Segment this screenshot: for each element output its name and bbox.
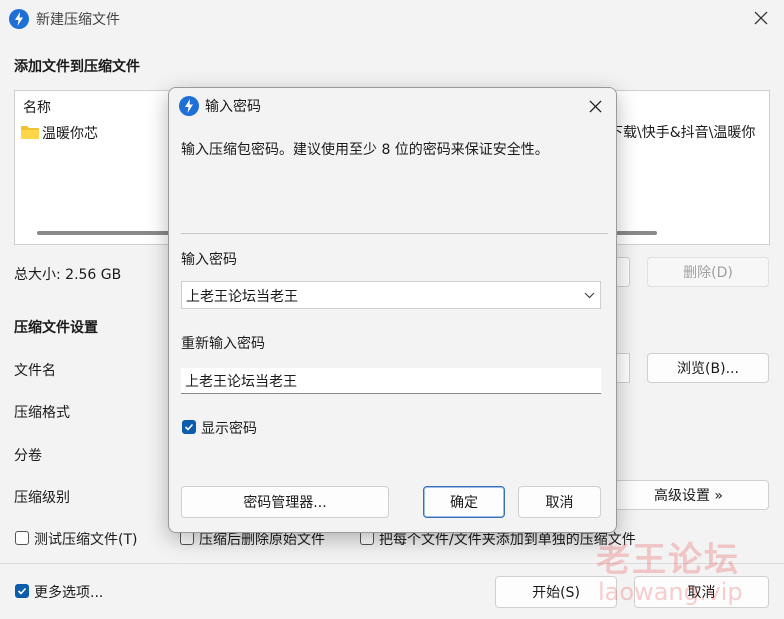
window-close-button[interactable]	[750, 7, 772, 29]
checkmark-icon	[17, 587, 27, 595]
file-list-header-name[interactable]: 名称	[23, 97, 51, 117]
close-icon	[588, 99, 602, 113]
confirm-password-value: 上老王论坛当老王	[185, 374, 297, 390]
window-title: 新建压缩文件	[36, 12, 120, 28]
more-options-checkbox[interactable]	[15, 584, 29, 598]
add-files-section-title: 添加文件到压缩文件	[14, 59, 140, 75]
show-password-label[interactable]: 显示密码	[201, 418, 257, 438]
browse-button[interactable]: 浏览(B)...	[647, 353, 769, 383]
delete-button[interactable]: 删除(D)	[647, 257, 769, 287]
password-combobox[interactable]: 上老王论坛当老王	[181, 281, 601, 309]
separate-archives-checkbox[interactable]	[360, 531, 374, 545]
dialog-description: 输入压缩包密码。建议使用至少 8 位的密码来保证安全性。	[181, 142, 549, 158]
dialog-divider	[181, 233, 608, 234]
password-manager-button[interactable]: 密码管理器...	[181, 486, 389, 518]
dialog-title: 输入密码	[205, 99, 261, 115]
more-options-label[interactable]: 更多选项...	[34, 582, 103, 602]
level-label: 压缩级别	[14, 490, 70, 506]
dialog-cancel-button[interactable]: 取消	[518, 486, 601, 518]
format-label: 压缩格式	[14, 405, 70, 421]
password-dialog: 输入密码 输入压缩包密码。建议使用至少 8 位的密码来保证安全性。 输入密码 上…	[168, 87, 617, 533]
password-label: 输入密码	[181, 252, 237, 268]
file-list-path-fragment: 下载\快手&抖音\温暖你	[609, 125, 756, 141]
total-size: 总大小: 2.56 GB	[14, 267, 122, 283]
volume-label: 分卷	[14, 448, 42, 464]
test-archive-label[interactable]: 测试压缩文件(T)	[34, 529, 137, 549]
password-value: 上老王论坛当老王	[186, 289, 298, 305]
file-list-item-name: 温暖你芯	[42, 126, 98, 142]
dialog-close-button[interactable]	[584, 95, 606, 117]
checkmark-icon	[184, 423, 194, 431]
confirm-password-label: 重新输入密码	[181, 336, 265, 352]
dialog-app-icon	[179, 96, 199, 116]
delete-after-checkbox[interactable]	[180, 531, 194, 545]
file-list-item[interactable]: 温暖你芯	[21, 122, 161, 142]
dialog-ok-button[interactable]: 确定	[423, 486, 505, 518]
advanced-settings-button[interactable]: 高级设置 »	[608, 480, 769, 510]
watermark-title: 老王论坛	[596, 540, 740, 580]
confirm-password-input[interactable]: 上老王论坛当老王	[181, 368, 601, 394]
test-archive-checkbox[interactable]	[15, 531, 29, 545]
close-icon	[754, 11, 768, 25]
chevron-down-icon	[584, 292, 595, 299]
show-password-checkbox[interactable]	[182, 420, 196, 434]
app-icon	[9, 9, 29, 29]
folder-icon	[21, 126, 39, 139]
settings-section-title: 压缩文件设置	[14, 320, 98, 336]
filename-label: 文件名	[14, 363, 56, 379]
watermark-url: laowang.vip	[598, 578, 743, 606]
